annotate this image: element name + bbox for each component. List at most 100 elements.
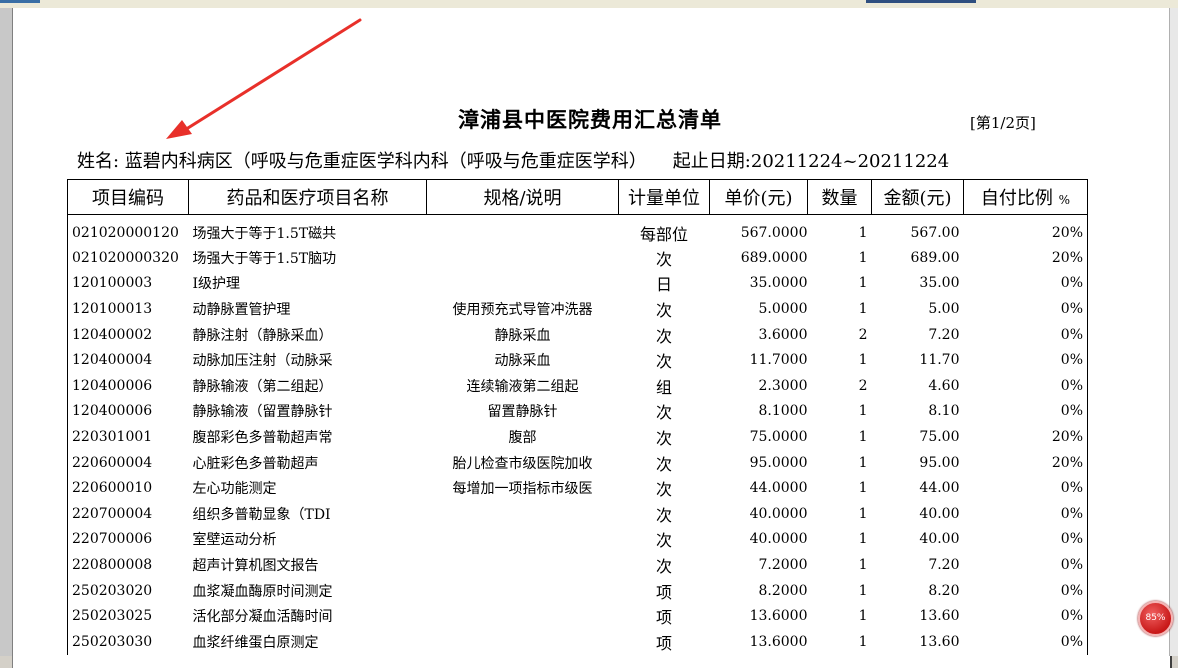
item-name: 组织多普勒显象（TDI <box>192 506 331 523</box>
item-code: 220700006 <box>67 526 189 553</box>
header-amount: 金额(元) <box>871 179 964 215</box>
item-code: 120400004 <box>67 347 189 373</box>
item-unit-price: 13.6000 <box>749 633 808 650</box>
item-unit-price: 5.0000 <box>758 300 808 317</box>
item-amount: 40.00 <box>919 505 960 522</box>
header-spec: 规格/说明 <box>426 179 619 215</box>
item-unit: 次 <box>655 300 672 320</box>
item-name: 静脉输液（第二组起） <box>192 378 333 395</box>
item-quantity: 1 <box>858 300 868 317</box>
item-amount: 689.00 <box>910 249 960 266</box>
item-unit-price: 35.0000 <box>749 275 808 292</box>
item-spec <box>427 271 619 297</box>
item-spec: 留置静脉针 <box>487 404 558 421</box>
item-quantity: 2 <box>858 377 868 394</box>
item-unit: 次 <box>655 531 672 551</box>
table-row: 220700004 组织多普勒显象（TDI 次 40.0000 1 40.00 0% <box>67 500 1088 527</box>
item-name: 动脉加压注射（动脉采 <box>192 353 333 370</box>
header-item-name: 药品和医疗项目名称 <box>188 179 427 215</box>
item-code: 120400006 <box>67 372 189 399</box>
item-amount: 13.60 <box>919 633 960 650</box>
item-spec <box>427 629 619 655</box>
item-code: 250203025 <box>67 603 189 629</box>
item-code: 220800008 <box>67 552 189 578</box>
item-name: 场强大于等于1.5T脑功 <box>192 250 337 267</box>
item-quantity: 1 <box>858 556 868 573</box>
table-header-row: 项目编码 药品和医疗项目名称 规格/说明 计量单位 单价(元) 数量 金额(元)… <box>67 179 1088 215</box>
item-unit: 次 <box>655 249 672 269</box>
item-amount: 40.00 <box>919 531 960 548</box>
item-name: 场强大于等于1.5T磁共 <box>192 226 337 242</box>
item-name: 血浆纤维蛋白原测定 <box>192 634 319 651</box>
header-quantity: 数量 <box>807 179 872 215</box>
table-row: 120400002 静脉注射（静脉采血） 静脉采血 次 3.6000 2 7.20 0% <box>67 321 1088 348</box>
table-row: 220800008 超声计算机图文报告 次 7.2000 1 7.20 0% <box>67 552 1088 578</box>
item-unit-price: 8.1000 <box>758 403 808 420</box>
fee-summary-table: 项目编码 药品和医疗项目名称 规格/说明 计量单位 单价(元) 数量 金额(元)… <box>67 179 1088 655</box>
item-unit: 项 <box>655 633 672 653</box>
item-unit: 次 <box>655 428 672 448</box>
item-unit: 次 <box>655 326 672 346</box>
item-amount: 35.00 <box>919 275 960 292</box>
item-self-pay-ratio: 0% <box>963 526 1088 553</box>
header-ratio-unit: % <box>1058 193 1071 207</box>
item-unit-price: 95.0000 <box>749 454 808 471</box>
item-amount: 13.60 <box>919 608 960 625</box>
item-self-pay-ratio: 20% <box>963 245 1088 271</box>
table-body: 021020000120 场强大于等于1.5T磁共 每部位 567.0000 1 567.… <box>67 214 1088 655</box>
item-self-pay-ratio: 0% <box>963 296 1088 322</box>
item-code: 120100003 <box>67 270 189 297</box>
item-code: 220700004 <box>67 500 189 527</box>
item-unit: 次 <box>655 352 672 372</box>
item-unit: 项 <box>655 582 672 602</box>
item-unit-price: 7.2000 <box>758 556 808 573</box>
table-row: 250203030 血浆纤维蛋白原测定 项 13.6000 1 13.60 0% <box>67 628 1088 655</box>
item-name: 左心功能测定 <box>192 481 277 498</box>
item-name: 超声计算机图文报告 <box>192 557 319 574</box>
toolbar-fragment <box>0 0 40 3</box>
item-unit: 组 <box>655 377 672 397</box>
item-self-pay-ratio: 0% <box>963 347 1088 373</box>
item-spec: 腹部 <box>508 429 537 446</box>
item-name: 活化部分凝血活酶时间 <box>192 609 333 626</box>
item-code: 120400006 <box>67 398 189 425</box>
item-unit-price: 75.0000 <box>749 428 808 445</box>
item-amount: 75.00 <box>919 428 960 445</box>
item-self-pay-ratio: 0% <box>963 475 1088 501</box>
item-amount: 4.60 <box>928 377 960 394</box>
item-name: 血浆凝血酶原时间测定 <box>192 583 333 600</box>
table-row: 120100003 Ⅰ级护理 日 35.0000 1 35.00 0% <box>67 270 1088 297</box>
item-spec <box>427 501 619 527</box>
item-spec: 动脉采血 <box>494 353 551 370</box>
item-amount: 7.20 <box>928 326 960 343</box>
item-self-pay-ratio: 20% <box>963 214 1088 245</box>
item-self-pay-ratio: 0% <box>963 577 1088 604</box>
item-name: 静脉注射（静脉采血） <box>192 327 333 344</box>
zoom-level-badge[interactable]: 85% <box>1138 601 1173 636</box>
item-unit-price: 2.3000 <box>758 377 808 394</box>
item-name: 静脉输液（留置静脉针 <box>192 404 333 421</box>
item-spec <box>427 603 619 629</box>
item-name: 动静脉置管护理 <box>192 301 291 318</box>
item-code: 220600010 <box>67 475 189 501</box>
item-unit-price: 44.0000 <box>749 480 808 497</box>
item-amount: 11.70 <box>919 352 960 369</box>
item-unit-price: 13.6000 <box>749 608 808 625</box>
item-spec: 每增加一项指标市级医 <box>452 481 593 498</box>
item-quantity: 1 <box>858 633 868 650</box>
item-code: 021020000120 <box>67 214 189 245</box>
item-unit: 次 <box>655 556 672 576</box>
item-code: 220600004 <box>67 449 189 476</box>
item-code: 021020000320 <box>67 245 189 271</box>
item-self-pay-ratio: 0% <box>963 270 1088 297</box>
date-range: 20211224~20211224 <box>750 151 950 172</box>
table-row: 220301001 腹部彩色多普勒超声常 腹部 次 75.0000 1 75.00 20% <box>67 424 1088 450</box>
header-item-code: 项目编码 <box>67 179 189 215</box>
item-quantity: 1 <box>858 403 868 420</box>
item-amount: 5.00 <box>928 300 960 317</box>
table-row: 220600004 心脏彩色多普勒超声 胎儿检查市级医院加收 次 95.0000 1 95.… <box>67 449 1088 476</box>
item-spec <box>427 245 619 271</box>
item-self-pay-ratio: 20% <box>963 424 1088 450</box>
table-row: 250203025 活化部分凝血活酶时间 项 13.6000 1 13.60 0% <box>67 603 1088 629</box>
header-unit-price: 单价(元) <box>709 179 808 215</box>
